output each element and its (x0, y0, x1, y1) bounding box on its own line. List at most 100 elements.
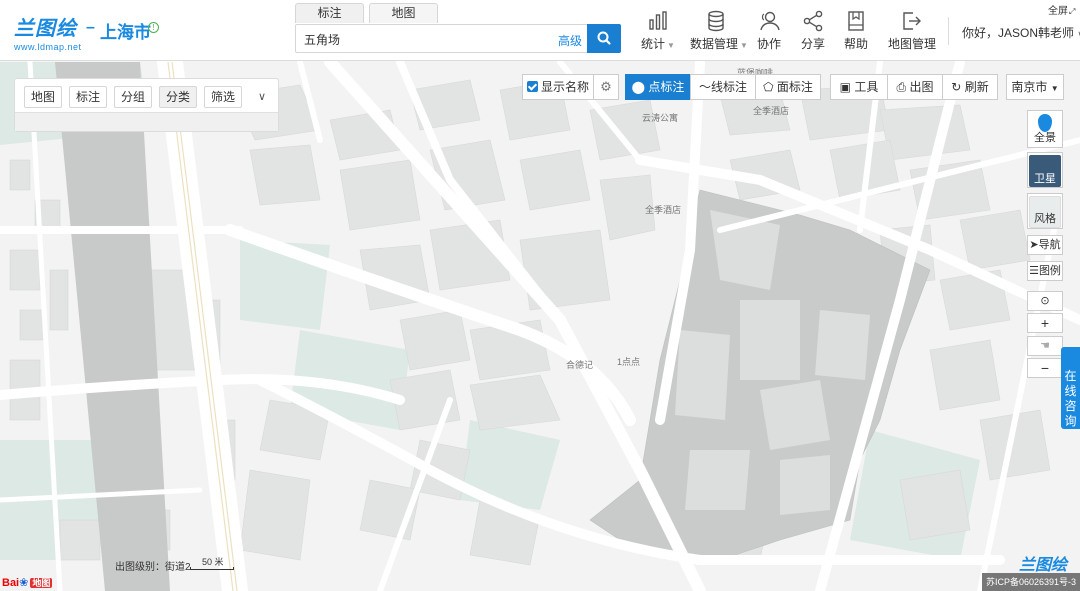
panel-tab-map[interactable]: 地图 (24, 86, 62, 108)
users-icon (760, 11, 780, 31)
fullscreen-button[interactable]: 全屏⤢ (1048, 2, 1075, 17)
advanced-search-link[interactable]: 高级 (558, 32, 582, 49)
top-bar: 兰图绘 www.ldmap.net – 上海市 ! 标注 地图 高级 统计▼ 数… (0, 0, 1080, 61)
city-name[interactable]: 上海市 (100, 18, 151, 43)
panel-tab-categories[interactable]: 分类 (159, 86, 197, 108)
search-tab-markers[interactable]: 标注 (295, 3, 364, 23)
brand-watermark: 兰图绘 (1019, 557, 1068, 574)
style-thumbnail: 风格 (1029, 196, 1061, 228)
logo[interactable]: 兰图绘 www.ldmap.net (14, 12, 82, 52)
tools-button[interactable]: ▣ 工具 (830, 74, 888, 100)
zoom-out-button[interactable]: − (1027, 358, 1063, 378)
chevron-down-icon: ∨ (257, 91, 267, 103)
share-icon (803, 10, 823, 32)
panel-tab-filter[interactable]: 筛选 (204, 86, 242, 108)
nav-data-management[interactable]: 数据管理 ▼ (690, 10, 748, 52)
map-poi-label[interactable]: 云涛公寓 (642, 111, 678, 124)
nav-map-management-label: 地图管理 (888, 37, 937, 51)
show-names-checkbox[interactable]: 显示名称 (522, 74, 594, 100)
printer-icon: ⎙ (896, 80, 907, 94)
style-button[interactable]: 风格 (1027, 193, 1063, 229)
tools-label: 工具 (854, 80, 879, 94)
refresh-button[interactable]: ↻ 刷新 (942, 74, 998, 100)
nav-share[interactable]: 分享 (800, 10, 826, 52)
nav-stats[interactable]: 统计 ▼ (640, 10, 676, 52)
collapse-button[interactable]: ∨ (249, 86, 275, 108)
city-separator: – (86, 19, 95, 36)
scale-level-label: 出图级别： (115, 562, 165, 573)
scale-bar: 50 米 (188, 555, 236, 571)
refresh-icon: ↻ (951, 80, 962, 94)
baidu-text: Bai (2, 577, 20, 589)
map-poi-label[interactable]: 1点点 (617, 355, 640, 368)
map-pin-icon: ⬤ (631, 80, 646, 94)
panorama-button[interactable]: 全景 (1027, 110, 1063, 148)
icp-license[interactable]: 苏ICP备06026391号-3 (982, 573, 1080, 591)
map-poi-label[interactable]: 全季酒店 (645, 203, 681, 216)
caret-down-icon: ▼ (1050, 84, 1059, 93)
area-marker-label: 面标注 (776, 80, 813, 94)
user-menu[interactable]: 你好，JASON韩老师 ∨ (962, 24, 1080, 41)
baidu-map-text: 地图 (30, 578, 53, 588)
nav-collaborate-label: 协作 (756, 37, 781, 51)
settings-button[interactable]: ⚙ (593, 74, 619, 100)
line-marker-label: 线标注 (711, 80, 748, 94)
search-tab-map[interactable]: 地图 (369, 3, 438, 23)
legend-button[interactable]: ☰图例 (1027, 261, 1063, 281)
locate-button[interactable]: ⊙ (1027, 291, 1063, 311)
navigation-label: 导航 (1038, 239, 1061, 251)
map-scale-level: 出图级别：街道2 (115, 558, 191, 573)
fullscreen-label: 全屏 (1048, 6, 1068, 17)
scale-level-value: 街道2 (165, 562, 191, 573)
satellite-button[interactable]: 卫星 (1027, 152, 1063, 188)
logo-url: www.ldmap.net (14, 42, 82, 52)
city-select[interactable]: 南京市 ▼ (1006, 74, 1064, 100)
navigation-button[interactable]: ➤导航 (1027, 235, 1063, 255)
nav-help[interactable]: 帮助 (843, 10, 869, 52)
line-marker-button[interactable]: 〜线标注 (690, 74, 756, 100)
legend-label: 图例 (1038, 265, 1061, 277)
search-input[interactable] (304, 29, 544, 49)
toolbox-icon: ▣ (839, 80, 851, 94)
map-canvas[interactable]: 蓝堡咖啡 全季酒店 云涛公寓 全季酒店 合德记 1点点 (0, 61, 1080, 591)
user-greeting: 你好，JASON韩老师 (962, 26, 1075, 40)
left-panel: 地图 标注 分组 分类 筛选 ∨ (14, 78, 279, 132)
expand-icon: ⤢ (1069, 7, 1076, 16)
search-button[interactable] (587, 24, 621, 53)
area-marker-button[interactable]: ⬠ 面标注 (755, 74, 821, 100)
point-marker-button[interactable]: ⬤ 点标注 (625, 74, 691, 100)
pan-hand-button[interactable]: ☚ (1027, 336, 1063, 356)
line-wave-icon: 〜 (698, 80, 711, 94)
search-icon (597, 31, 611, 45)
print-button[interactable]: ⎙ 出图 (887, 74, 943, 100)
nav-map-management[interactable]: 地图管理 (888, 10, 937, 52)
map-poi-label[interactable]: 全季酒店 (753, 104, 789, 117)
checkbox-checked-icon (526, 81, 538, 92)
online-consult-button[interactable]: 在线咨询 (1061, 347, 1080, 429)
polygon-icon: ⬠ (763, 80, 774, 94)
list-icon: ☰ (1029, 265, 1039, 277)
plus-icon: + (1040, 315, 1050, 331)
panel-tab-markers[interactable]: 标注 (69, 86, 107, 108)
refresh-label: 刷新 (964, 80, 989, 94)
minus-icon: − (1040, 360, 1050, 376)
baidu-logo[interactable]: Bai❀ 地图 (2, 576, 53, 589)
map-poi-label[interactable]: 合德记 (566, 358, 593, 371)
nav-collaborate[interactable]: 协作 (756, 10, 782, 52)
consult-label: 在线咨询 (1064, 369, 1077, 428)
satellite-label: 卫星 (1034, 173, 1056, 185)
hand-icon: ☚ (1040, 340, 1050, 352)
nav-help-label: 帮助 (843, 37, 868, 51)
database-icon (708, 10, 724, 32)
panel-tab-groups[interactable]: 分组 (114, 86, 152, 108)
panel-content (15, 112, 278, 131)
nav-data-management-label: 数据管理 (690, 37, 739, 51)
book-icon (848, 11, 864, 31)
navigation-arrow-icon: ➤ (1029, 239, 1039, 251)
map-render (0, 61, 1080, 591)
zoom-in-button[interactable]: + (1027, 313, 1063, 333)
info-icon[interactable]: ! (148, 22, 159, 33)
exit-icon (903, 12, 921, 30)
nav-stats-label: 统计 (641, 37, 666, 51)
satellite-thumbnail: 卫星 (1029, 155, 1061, 187)
